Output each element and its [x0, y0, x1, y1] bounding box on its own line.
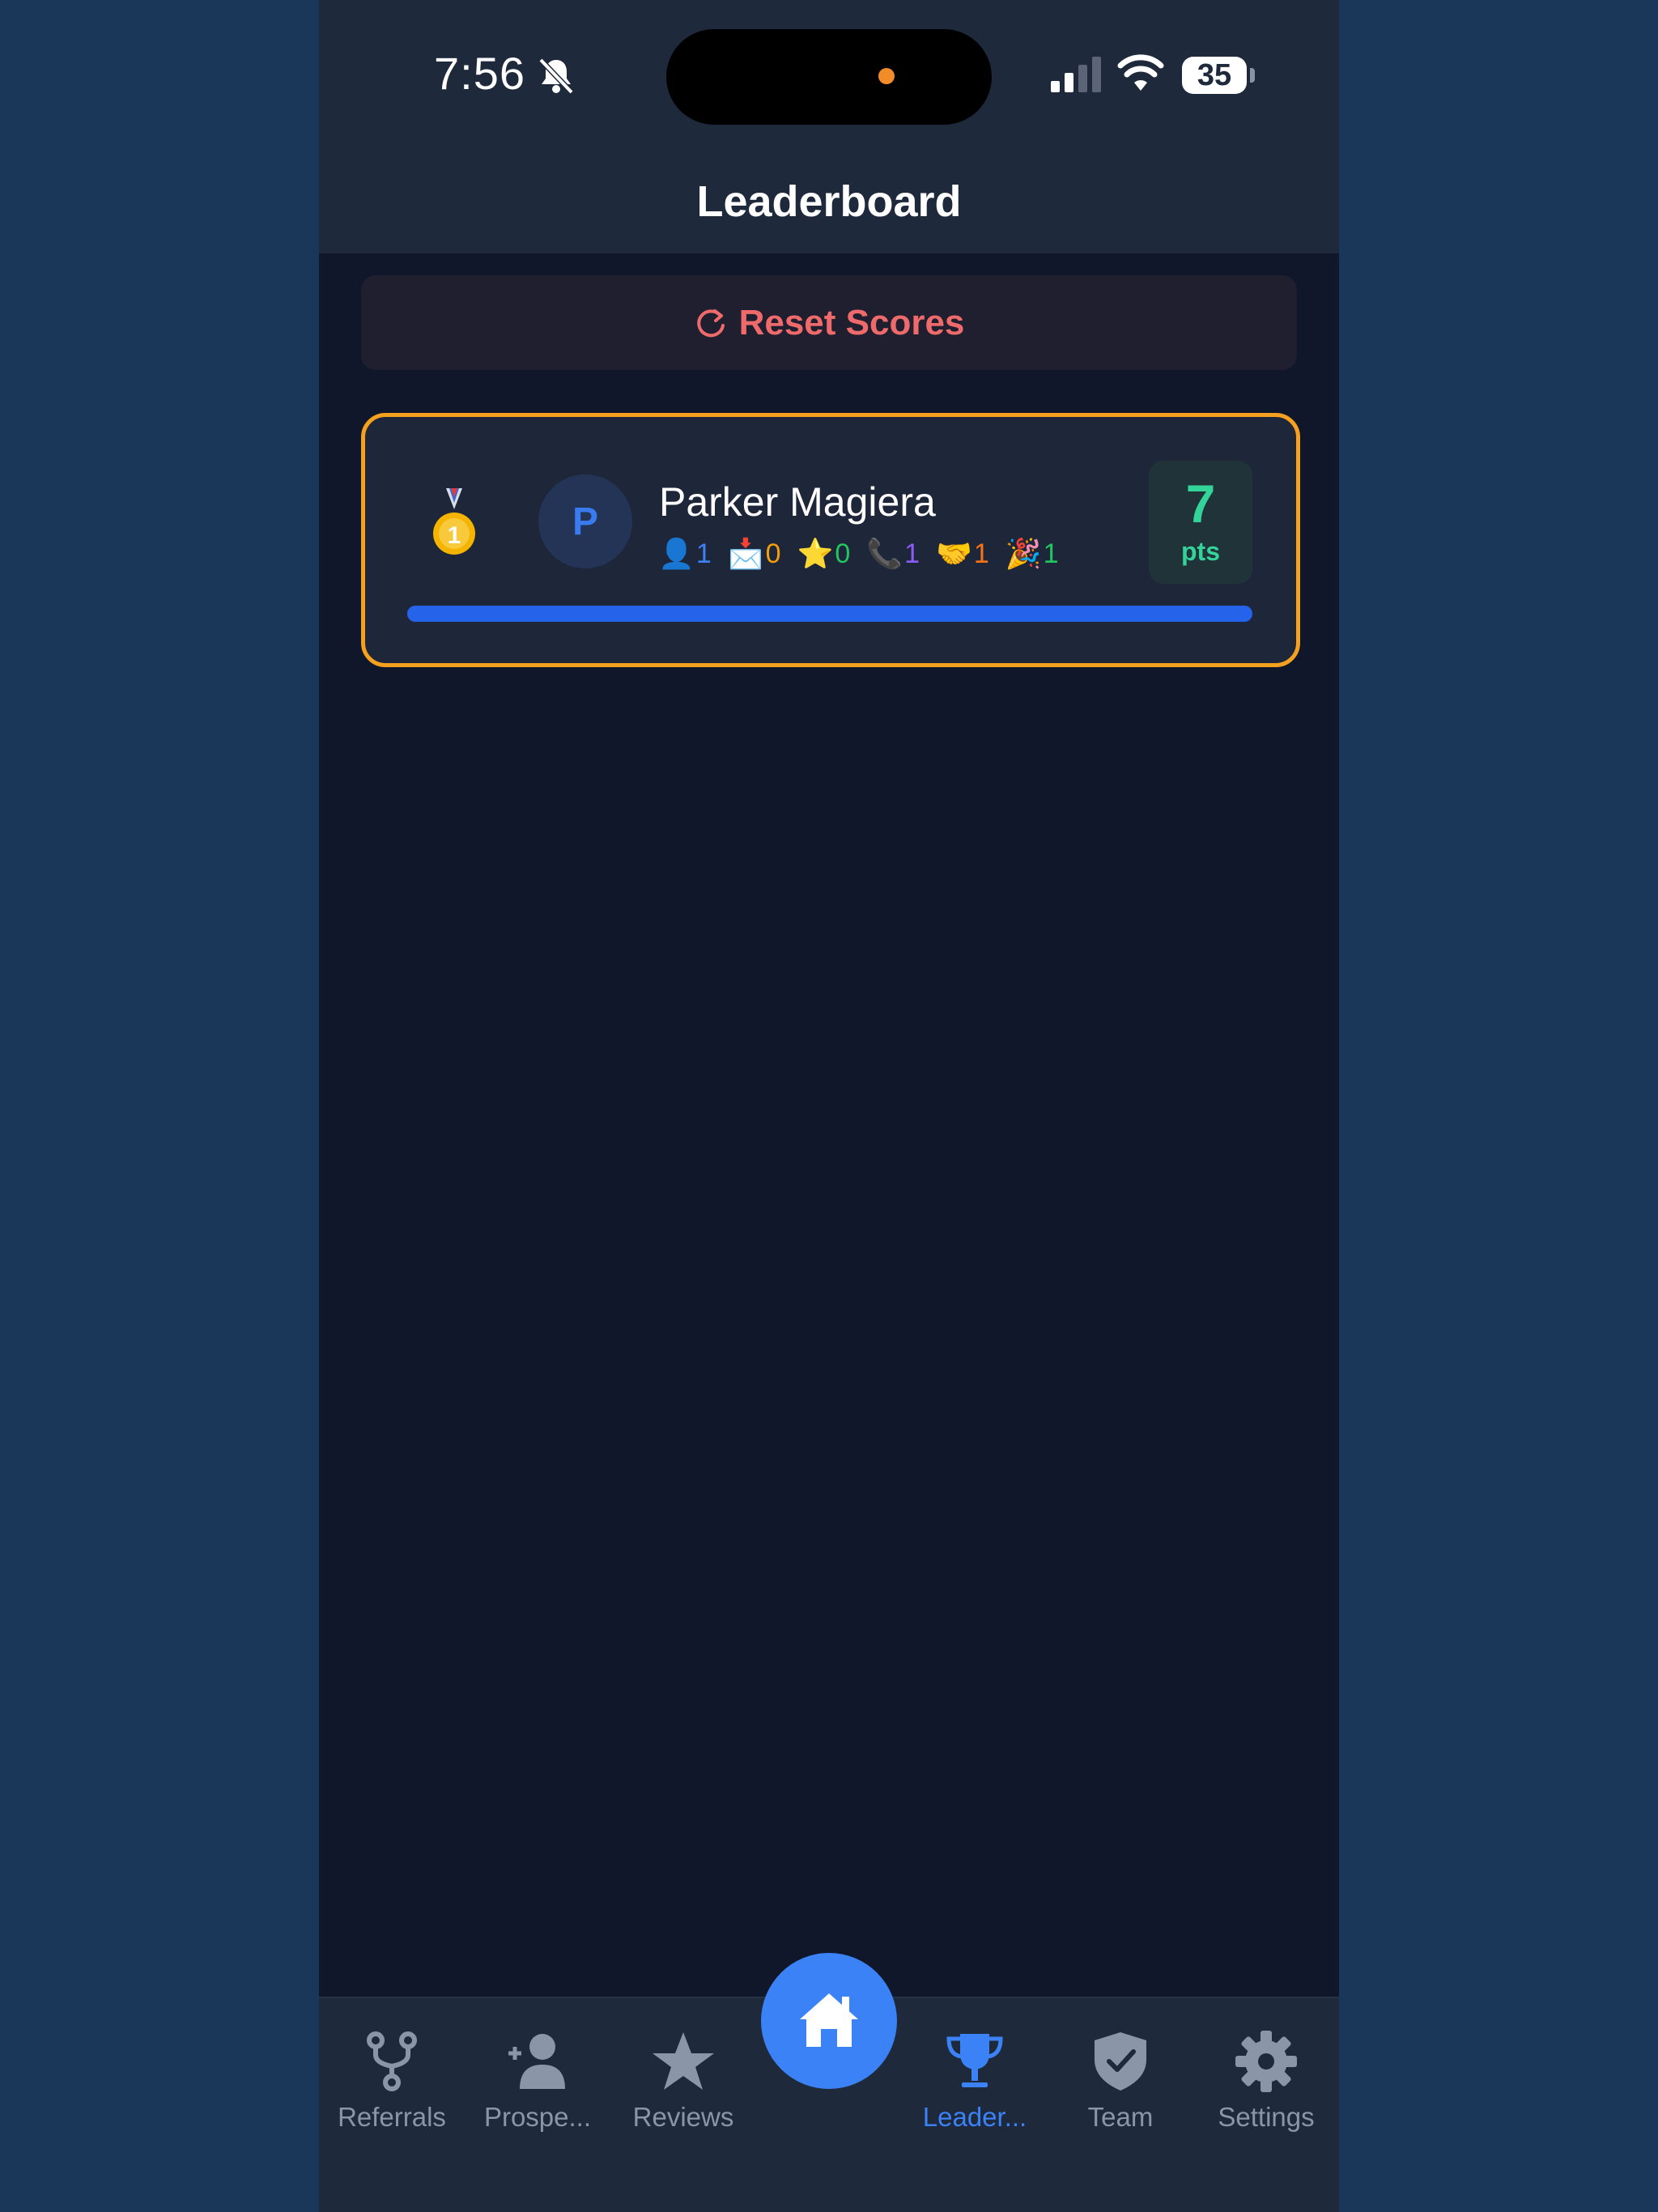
- envelope-icon: 📩: [727, 537, 764, 570]
- stat-messages: 📩 0: [728, 537, 781, 571]
- tab-settings[interactable]: Settings: [1193, 2014, 1339, 2133]
- svg-text:1: 1: [448, 522, 461, 549]
- page-title: Leaderboard: [696, 177, 962, 226]
- stat-reviews: ⭐ 0: [797, 537, 851, 571]
- person-icon: 👤: [658, 537, 695, 570]
- tab-label: Leader...: [922, 2102, 1027, 2132]
- status-time: 7:56: [434, 48, 525, 99]
- tab-reviews[interactable]: Reviews: [610, 2014, 756, 2133]
- home-icon: [800, 1993, 858, 2047]
- battery-level: 35: [1197, 58, 1232, 92]
- home-button[interactable]: [761, 1953, 897, 2089]
- tab-label: Prospe...: [483, 2102, 592, 2132]
- progress-fill: [407, 606, 1252, 622]
- add-person-icon: [508, 2034, 565, 2089]
- refresh-icon: [696, 308, 725, 337]
- wifi-icon: [1117, 54, 1164, 91]
- tab-label: Reviews: [632, 2102, 734, 2132]
- avatar: P: [538, 474, 632, 568]
- member-name: Parker Magiera: [659, 479, 936, 525]
- phone-icon: 📞: [866, 537, 903, 570]
- app-screen: 7:56 35 Leaderboard Reset Scores 1 P Par…: [319, 0, 1339, 2212]
- tab-leaderboard[interactable]: Leader...: [902, 2014, 1048, 2133]
- tab-label: Settings: [1218, 2102, 1315, 2132]
- fork-icon: [367, 2031, 417, 2091]
- party-icon: 🎉: [1005, 537, 1042, 570]
- leaderboard-entry[interactable]: 1 P Parker Magiera 👤 1 📩 0 ⭐ 0 📞 1 🤝 1 🎉…: [361, 413, 1300, 667]
- shield-check-icon: [1095, 2032, 1146, 2091]
- stat-value: 1: [973, 538, 989, 569]
- gold-medal-icon: 1: [433, 488, 475, 555]
- trophy-icon: [946, 2034, 1003, 2087]
- header: 7:56 35 Leaderboard: [319, 0, 1339, 253]
- tab-referrals[interactable]: Referrals: [319, 2014, 465, 2133]
- tab-label: Team: [1087, 2102, 1154, 2132]
- stat-referrals: 👤 1: [658, 537, 712, 571]
- battery-nub: [1250, 68, 1255, 83]
- tab-label: Referrals: [338, 2102, 446, 2132]
- points-badge: 7 pts: [1149, 461, 1252, 584]
- star-icon: ⭐: [797, 537, 834, 570]
- battery-icon: 35: [1182, 57, 1247, 94]
- stat-closed: 🎉 1: [1005, 537, 1059, 571]
- stat-value: 0: [765, 538, 781, 569]
- gear-icon: [1235, 2031, 1297, 2092]
- stat-value: 1: [904, 538, 920, 569]
- points-value: 7: [1185, 474, 1216, 534]
- stat-value: 1: [695, 538, 712, 569]
- stat-deals: 🤝 1: [936, 537, 989, 571]
- stat-calls: 📞 1: [866, 537, 920, 571]
- handshake-icon: 🤝: [936, 537, 972, 570]
- member-stats: 👤 1 📩 0 ⭐ 0 📞 1 🤝 1 🎉 1: [658, 537, 1059, 571]
- tab-team[interactable]: Team: [1048, 2014, 1193, 2133]
- camera-indicator: [878, 68, 895, 84]
- progress-bar: [407, 606, 1252, 622]
- bell-slash-icon: [538, 57, 574, 95]
- reset-scores-label: Reset Scores: [738, 302, 965, 342]
- dynamic-island: [666, 29, 992, 125]
- points-label: pts: [1181, 537, 1220, 566]
- reset-scores-button[interactable]: Reset Scores: [361, 275, 1297, 370]
- tab-prospects[interactable]: Prospe...: [465, 2014, 610, 2133]
- stat-value: 0: [835, 538, 851, 569]
- signal-icon: [1051, 57, 1101, 92]
- stat-value: 1: [1043, 538, 1059, 569]
- star-icon: [653, 2032, 714, 2090]
